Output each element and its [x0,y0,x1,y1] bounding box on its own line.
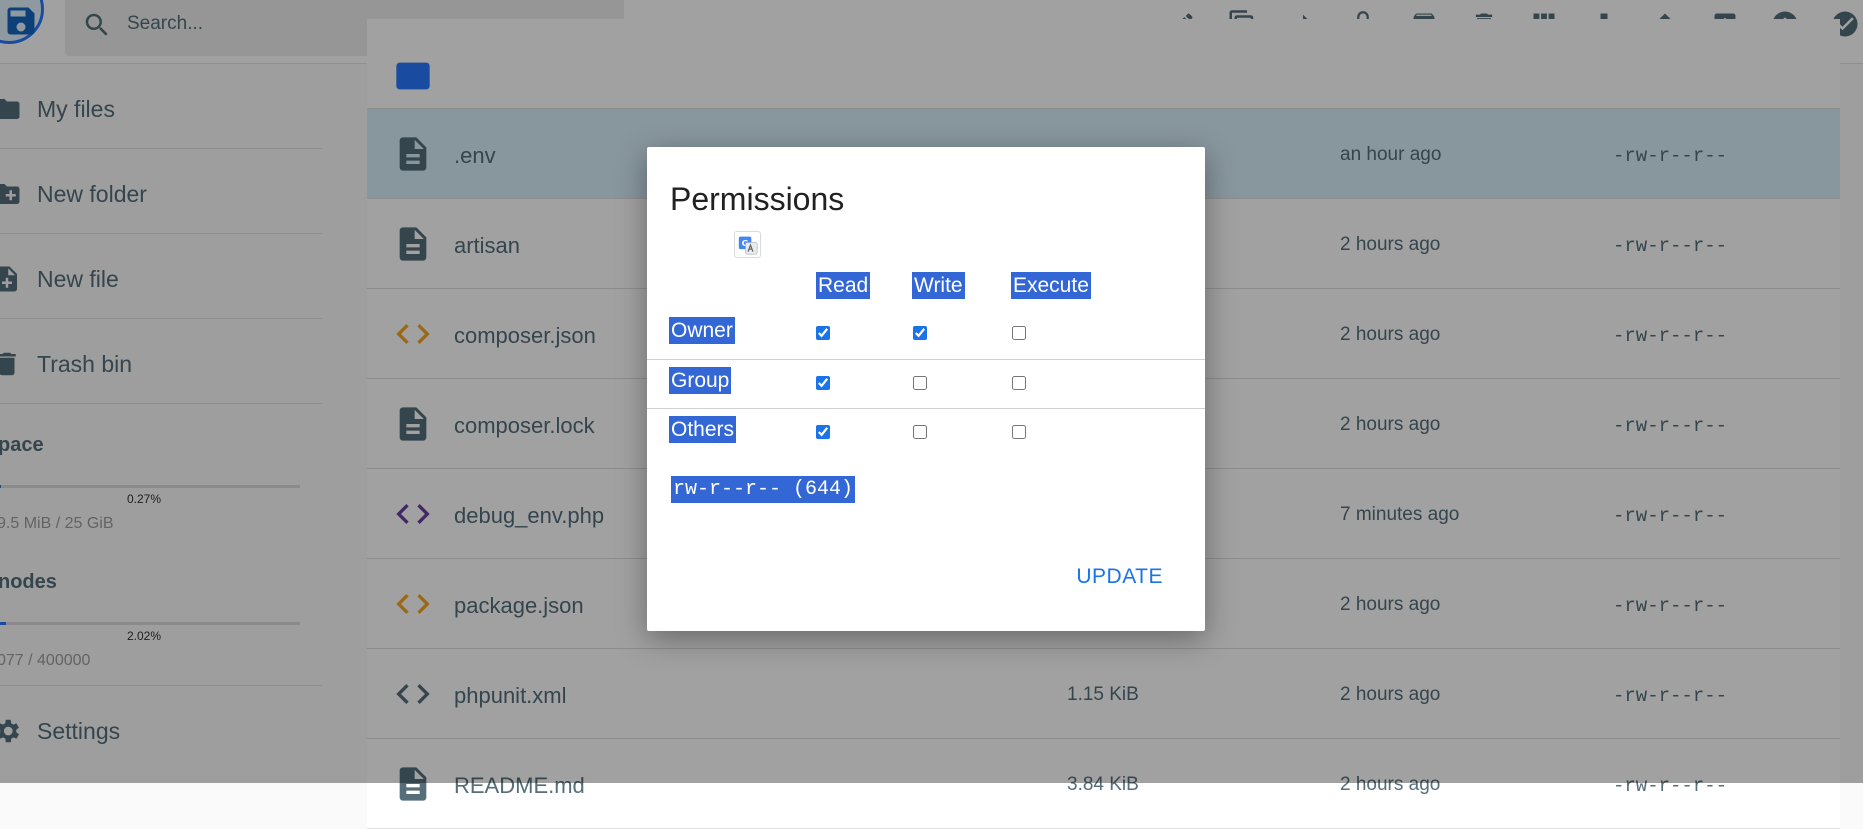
row-label: Others [669,416,737,443]
group-write-checkbox[interactable] [913,376,927,390]
owner-execute-checkbox[interactable] [1012,326,1026,340]
permission-summary: rw-r--r-- (644) [671,476,856,503]
column-write: Write [912,272,965,299]
dialog-title: Permissions [670,181,845,217]
column-read: Read [816,272,871,299]
row-label: Owner [669,317,735,344]
permission-row-group: Group [647,359,1205,408]
row-label: Group [669,367,732,394]
translate-icon[interactable]: G [734,231,761,258]
group-execute-checkbox[interactable] [1012,376,1026,390]
update-button[interactable]: UPDATE [1064,557,1175,597]
permission-row-others: Others [647,408,1205,457]
column-execute: Execute [1011,272,1091,299]
permissions-dialog: Permissions G Read Write Execute Owner G… [647,147,1205,631]
group-read-checkbox[interactable] [816,376,830,390]
others-write-checkbox[interactable] [913,425,927,439]
others-read-checkbox[interactable] [816,425,830,439]
owner-write-checkbox[interactable] [913,326,927,340]
permission-row-owner: Owner [647,310,1205,359]
others-execute-checkbox[interactable] [1012,425,1026,439]
owner-read-checkbox[interactable] [816,326,830,340]
